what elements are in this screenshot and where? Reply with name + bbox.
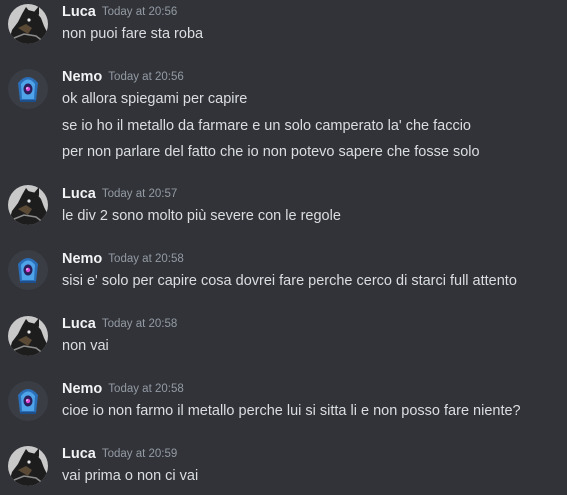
avatar[interactable] bbox=[8, 446, 48, 486]
avatar[interactable] bbox=[8, 316, 48, 356]
dark-character-avatar-icon bbox=[8, 4, 48, 44]
message-header: Nemo Today at 20:58 bbox=[62, 250, 184, 270]
message-text: sisi e' solo per capire cosa dovrei fare… bbox=[62, 273, 517, 289]
avatar[interactable] bbox=[8, 4, 48, 44]
author-name[interactable]: Luca bbox=[62, 446, 96, 462]
timestamp[interactable]: Today at 20:56 bbox=[108, 71, 183, 83]
author-name[interactable]: Nemo bbox=[62, 251, 102, 267]
author-name[interactable]: Nemo bbox=[62, 69, 102, 85]
timestamp[interactable]: Today at 20:58 bbox=[108, 253, 183, 265]
message-text: se io ho il metallo da farmare e un solo… bbox=[62, 118, 471, 134]
avatar[interactable] bbox=[8, 185, 48, 225]
dark-character-avatar-icon bbox=[8, 446, 48, 486]
avatar[interactable] bbox=[8, 381, 48, 421]
message-header: Luca Today at 20:57 bbox=[62, 185, 177, 205]
message-text: le div 2 sono molto più severe con le re… bbox=[62, 208, 341, 224]
avatar[interactable] bbox=[8, 69, 48, 109]
timestamp[interactable]: Today at 20:59 bbox=[102, 448, 177, 460]
message-text: non vai bbox=[62, 338, 109, 354]
author-name[interactable]: Luca bbox=[62, 316, 96, 332]
author-name[interactable]: Nemo bbox=[62, 381, 102, 397]
timestamp[interactable]: Today at 20:57 bbox=[102, 188, 177, 200]
blue-eye-creature-avatar-icon bbox=[8, 250, 48, 290]
author-name[interactable]: Luca bbox=[62, 186, 96, 202]
message-text: per non parlare del fatto che io non pot… bbox=[62, 144, 480, 160]
timestamp[interactable]: Today at 20:58 bbox=[108, 383, 183, 395]
message-header: Nemo Today at 20:56 bbox=[62, 68, 184, 88]
message-text: ok allora spiegami per capire bbox=[62, 91, 248, 107]
message-header: Luca Today at 20:56 bbox=[62, 3, 177, 23]
blue-eye-creature-avatar-icon bbox=[8, 381, 48, 421]
timestamp[interactable]: Today at 20:56 bbox=[102, 6, 177, 18]
message-text: cioe io non farmo il metallo perche lui … bbox=[62, 403, 521, 419]
dark-character-avatar-icon bbox=[8, 185, 48, 225]
message-text: non puoi fare sta roba bbox=[62, 26, 204, 42]
message-text: vai prima o non ci vai bbox=[62, 468, 199, 484]
blue-eye-creature-avatar-icon bbox=[8, 69, 48, 109]
message-header: Luca Today at 20:59 bbox=[62, 445, 177, 465]
message-header: Nemo Today at 20:58 bbox=[62, 380, 184, 400]
timestamp[interactable]: Today at 20:58 bbox=[102, 318, 177, 330]
author-name[interactable]: Luca bbox=[62, 4, 96, 20]
dark-character-avatar-icon bbox=[8, 316, 48, 356]
avatar[interactable] bbox=[8, 250, 48, 290]
message-header: Luca Today at 20:58 bbox=[62, 315, 177, 335]
